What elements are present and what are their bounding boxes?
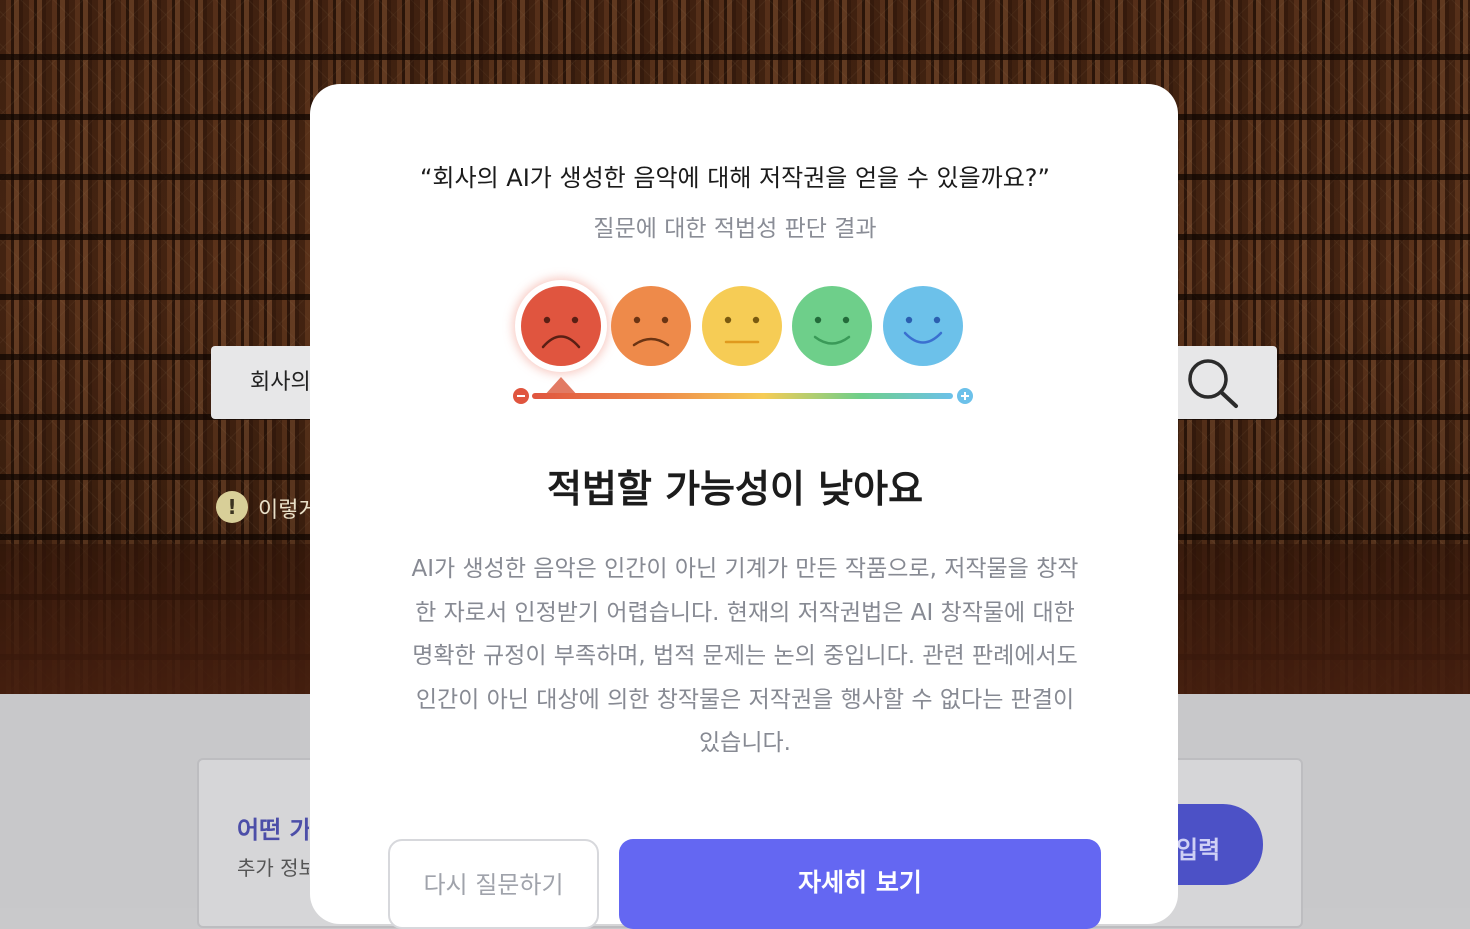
card-title: 어떤 가	[237, 816, 309, 844]
question-text: “회사의 AI가 생성한 음악에 대해 저작권을 얻을 수 있을까요?”	[420, 164, 1050, 192]
detail-button[interactable]: 자세히 보기	[619, 839, 1101, 929]
card-subtitle: 추가 정보	[237, 856, 309, 880]
result-description: AI가 생성한 음악은 인간이 아닌 기계가 만든 작품으로, 저작물을 창작한…	[411, 556, 1079, 756]
retry-button[interactable]: 다시 질문하기	[388, 839, 599, 929]
retry-button-label: 다시 질문하기	[423, 871, 564, 899]
input-button-label: 입력	[1176, 836, 1221, 864]
result-title: 적법할 가능성이 낮아요	[546, 467, 924, 511]
result-subtitle: 질문에 대한 적법성 판단 결과	[593, 216, 877, 242]
search-input[interactable]: 회사의 AI가 생성한 음악에 대해 저작권을 얻을 수 있을까요?	[250, 364, 310, 396]
search-icon[interactable]	[1184, 356, 1240, 412]
detail-button-label: 자세히 보기	[798, 868, 922, 897]
